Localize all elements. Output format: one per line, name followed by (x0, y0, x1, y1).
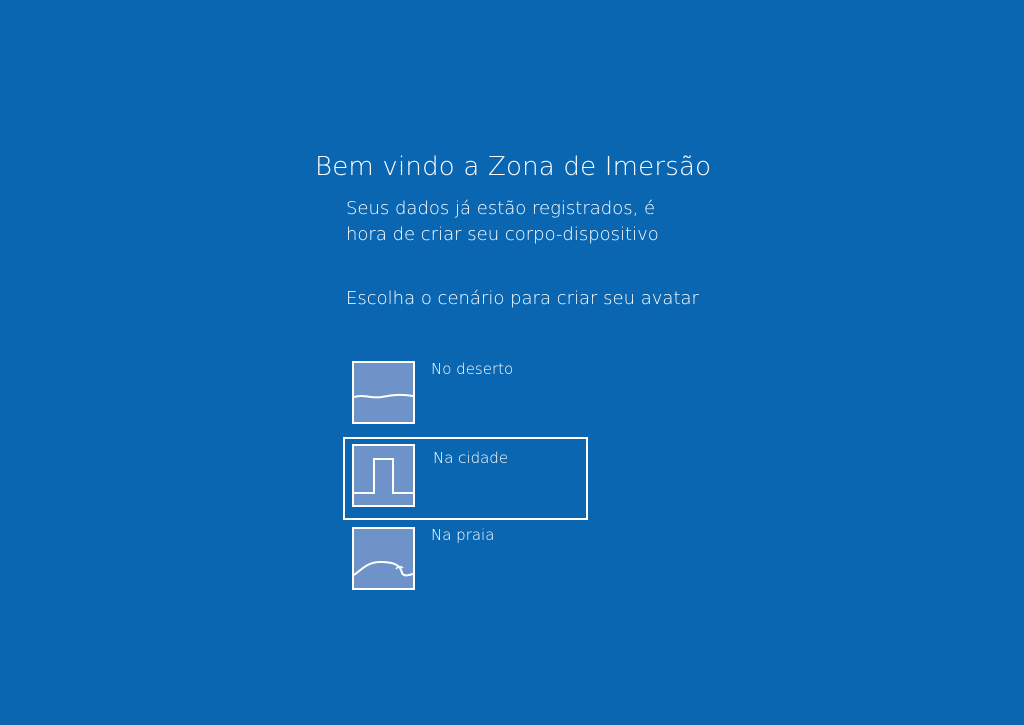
scenario-option-city[interactable]: Na cidade (350, 444, 586, 514)
subtitle-line-2: hora de criar seu corpo-dispositivo (346, 224, 659, 245)
page-title: Bem vindo a Zona de Imersão (315, 152, 712, 182)
city-thumbnail-graphic (354, 458, 413, 494)
scenario-option-label: Na cidade (433, 449, 509, 467)
scenario-option-label: Na praia (431, 526, 495, 544)
scenario-option-beach[interactable]: Na praia (350, 526, 590, 596)
scenario-option-desert[interactable]: No deserto (350, 360, 590, 430)
beach-icon (352, 527, 415, 590)
immersion-zone-screen: Bem vindo a Zona de Imersão Seus dados j… (0, 0, 1024, 725)
city-icon (352, 444, 415, 507)
scenario-option-label: No deserto (431, 360, 514, 378)
beach-thumbnail-graphic (354, 560, 413, 577)
scenario-instruction: Escolha o cenário para criar seu avatar (346, 288, 699, 309)
subtitle-line-1: Seus dados já estão registrados, é (346, 198, 656, 219)
desert-icon (352, 361, 415, 424)
desert-thumbnail-graphic (354, 393, 413, 399)
page-subtitle: Seus dados já estão registrados, é hora … (346, 196, 659, 248)
